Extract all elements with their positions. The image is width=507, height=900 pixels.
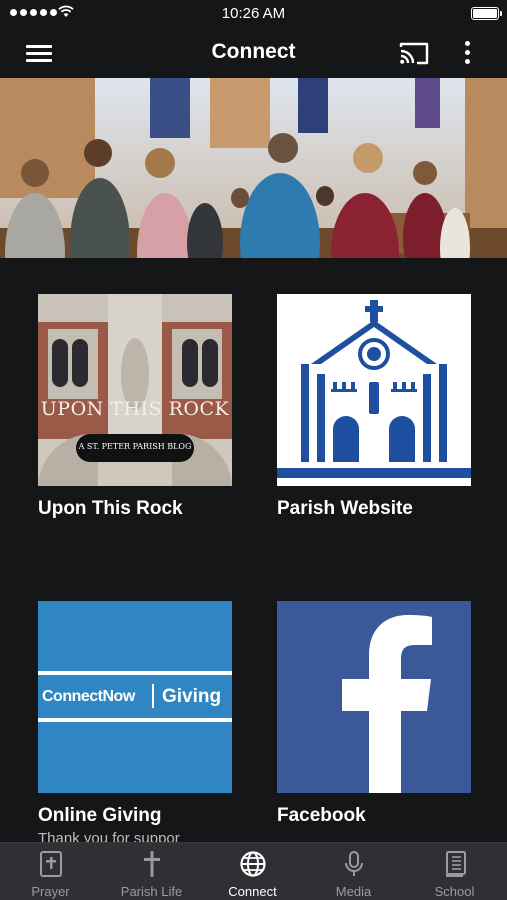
tile-online-giving[interactable]: ConnectNow Giving Online Giving Thank yo… <box>38 601 232 843</box>
hero-photo <box>0 78 507 258</box>
connectnow-brand: ConnectNow <box>42 688 135 705</box>
facebook-logo-icon <box>277 601 471 793</box>
tab-media[interactable]: Media <box>303 843 404 900</box>
giving-brand: Giving <box>162 686 222 707</box>
tile-facebook[interactable]: Facebook <box>277 601 471 827</box>
tile-label: Facebook <box>277 805 366 826</box>
tile-parish-website[interactable]: Parish Website <box>277 294 471 520</box>
tab-prayer[interactable]: Prayer <box>0 843 101 900</box>
tile-label: Parish Website <box>277 498 413 519</box>
app-header: Connect <box>0 28 507 78</box>
upon-this-rock-thumb-badge: A ST. PETER PARISH BLOG <box>78 442 192 451</box>
tab-school[interactable]: School <box>404 843 505 900</box>
church-building-icon <box>277 294 471 486</box>
cast-icon[interactable] <box>396 38 432 68</box>
tab-connect[interactable]: Connect <box>202 843 303 900</box>
parish-website-thumbnail <box>277 294 471 486</box>
tab-label: Parish Life <box>120 884 183 899</box>
tile-label: Upon This Rock <box>38 498 183 519</box>
online-giving-thumbnail: ConnectNow Giving <box>38 601 232 793</box>
facebook-thumbnail <box>277 601 471 793</box>
tab-label: Media <box>335 884 372 899</box>
tab-label: Prayer <box>31 884 70 899</box>
status-bar: 10:26 AM <box>0 0 507 28</box>
microphone-icon <box>303 849 404 879</box>
cross-icon <box>101 849 202 879</box>
tile-label: Online Giving <box>38 805 162 826</box>
more-vertical-icon[interactable] <box>456 38 480 68</box>
tab-label: Connect <box>228 884 277 899</box>
globe-icon <box>202 849 303 879</box>
bible-book-icon <box>0 849 101 879</box>
tab-parish-life[interactable]: Parish Life <box>101 843 202 900</box>
status-time: 10:26 AM <box>221 5 286 22</box>
battery-icon <box>471 7 502 20</box>
tile-upon-this-rock[interactable]: UPON THIS ROCK A ST. PETER PARISH BLOG U… <box>38 294 232 520</box>
upon-this-rock-thumbnail: UPON THIS ROCK A ST. PETER PARISH BLOG <box>38 294 232 486</box>
school-book-icon <box>404 849 505 879</box>
tab-bar: Prayer Parish Life Connect Media School <box>0 842 507 900</box>
tab-label: School <box>434 884 475 899</box>
upon-this-rock-thumb-title: UPON THIS ROCK <box>40 398 230 420</box>
